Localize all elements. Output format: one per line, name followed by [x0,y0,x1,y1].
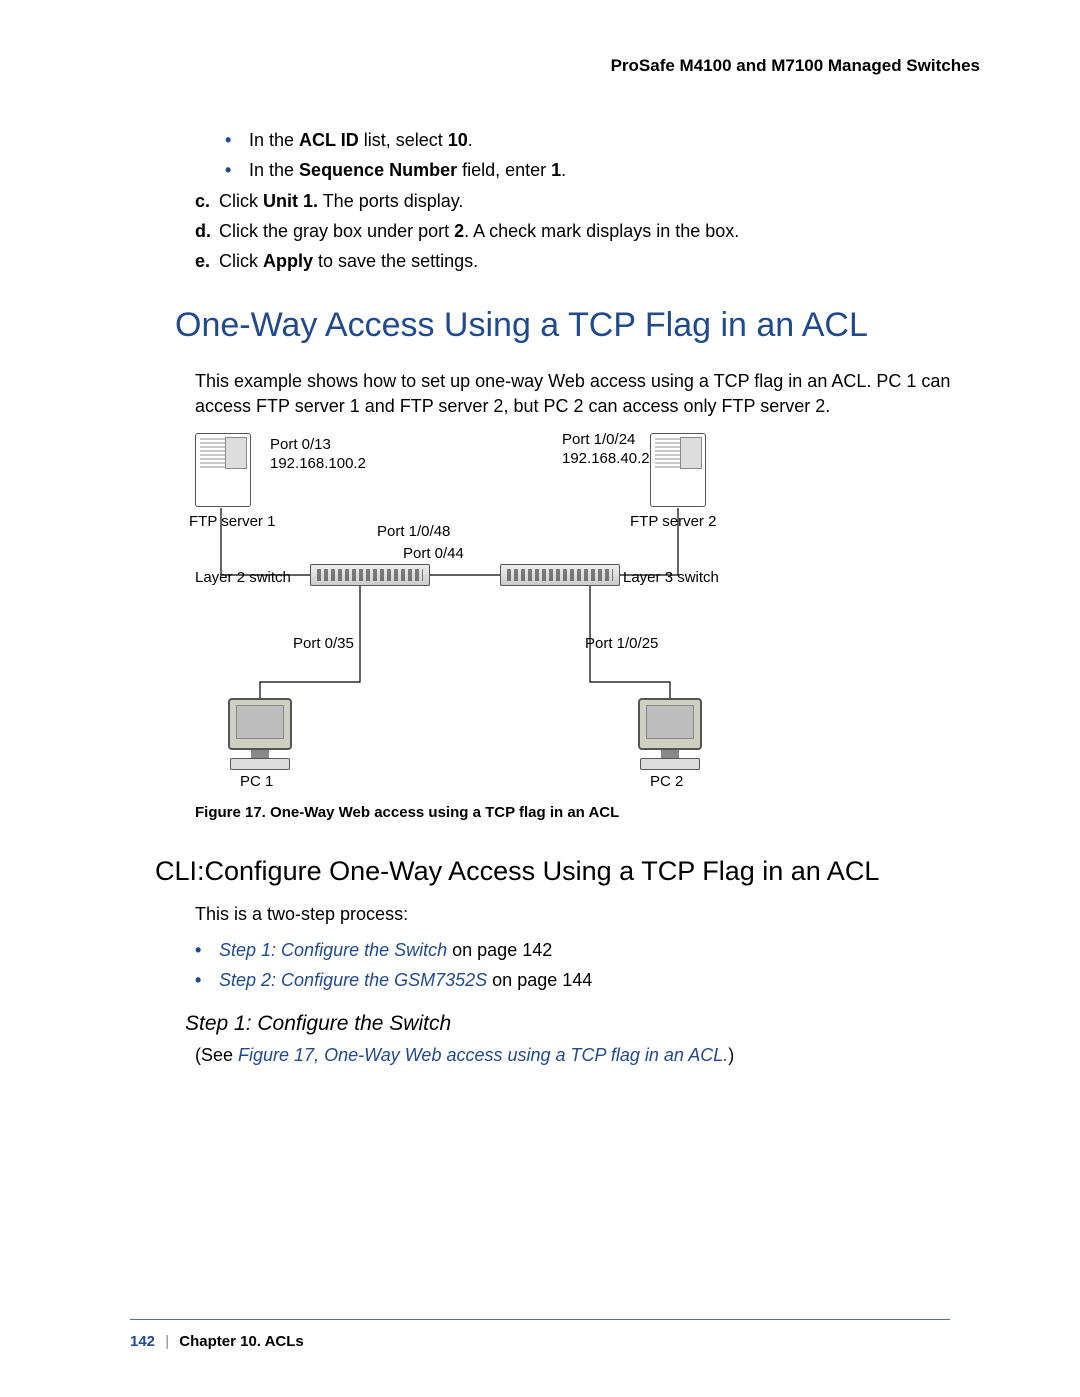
text: Click the gray box under port [219,221,454,241]
label-pc2-port: Port 1/0/25 [585,634,658,654]
text: . A check mark displays in the box. [464,221,739,241]
text: ) [728,1045,734,1065]
label-server1: FTP server 1 [189,512,275,532]
pc2-icon [635,698,705,774]
page-footer: 142 | Chapter 10. ACLs [130,1319,950,1352]
text: . [561,160,566,180]
text-bold: 10 [448,130,468,150]
paragraph: (See Figure 17, One-Way Web access using… [195,1043,980,1067]
pc1-icon [225,698,295,774]
text: on page 144 [487,970,592,990]
page-number: 142 [130,1333,155,1350]
text: list, select [359,130,448,150]
text-bold: Apply [263,251,313,271]
link-step2[interactable]: Step 2: Configure the GSM7352S [219,970,487,990]
text-bold: ACL ID [299,130,359,150]
heading-2: CLI:Configure One-Way Access Using a TCP… [155,853,980,889]
label-sw-right: Layer 3 switch [623,568,719,588]
text: (See [195,1045,238,1065]
process-item: Step 2: Configure the GSM7352S on page 1… [195,968,980,992]
figure-caption: Figure 17. One-Way Web access using a TC… [195,803,980,823]
step-item: e. Click Apply to save the settings. [195,249,980,273]
text: field, enter [457,160,551,180]
text: The ports display. [318,191,463,211]
text: . [468,130,473,150]
step-item: c. Click Unit 1. The ports display. [195,189,980,213]
link-step1[interactable]: Step 1: Configure the Switch [219,940,447,960]
label-pc2: PC 2 [650,772,683,792]
bullet-item: In the Sequence Number field, enter 1. [225,158,980,182]
heading-3: Step 1: Configure the Switch [185,1010,980,1038]
text: to save the settings. [313,251,478,271]
footer-rule [130,1319,950,1320]
label-server1-ip: 192.168.100.2 [270,454,366,474]
step-label: d. [195,219,211,243]
step-label: c. [195,189,210,213]
process-item: Step 1: Configure the Switch on page 142 [195,938,980,962]
network-diagram-figure: Port 0/13 192.168.100.2 FTP server 1 Por… [185,430,825,785]
page-body: In the ACL ID list, select 10. In the Se… [130,128,980,1067]
label-server2-port: Port 1/0/24 [562,430,635,450]
step-item: d. Click the gray box under port 2. A ch… [195,219,980,243]
text-bold: 1 [551,160,561,180]
text: In the [249,130,299,150]
lettered-steps: c. Click Unit 1. The ports display. d. C… [195,189,980,274]
intro-bullet-list: In the ACL ID list, select 10. In the Se… [225,128,980,183]
layer2-switch-icon [310,564,430,586]
footer-separator: | [165,1333,169,1350]
paragraph: This example shows how to set up one-way… [195,369,980,418]
text-bold: Sequence Number [299,160,457,180]
paragraph: This is a two-step process: [195,902,980,926]
layer3-switch-icon [500,564,620,586]
label-pc1: PC 1 [240,772,273,792]
label-trunk-right: Port 1/0/48 [377,522,450,542]
label-server2: FTP server 2 [630,512,716,532]
link-figure17[interactable]: Figure 17, One-Way Web access using a TC… [238,1045,728,1065]
chapter-label: Chapter 10. ACLs [179,1333,303,1350]
step-label: e. [195,249,210,273]
text: on page 142 [447,940,552,960]
ftp-server-1-icon [195,433,251,507]
process-list: Step 1: Configure the Switch on page 142… [195,938,980,993]
footer-text: 142 | Chapter 10. ACLs [130,1332,950,1352]
ftp-server-2-icon [650,433,706,507]
label-pc1-port: Port 0/35 [293,634,354,654]
bullet-item: In the ACL ID list, select 10. [225,128,980,152]
text: Click [219,191,263,211]
text-bold: 2 [454,221,464,241]
heading-1: One-Way Access Using a TCP Flag in an AC… [175,303,980,349]
label-trunk-left: Port 0/44 [403,544,464,564]
label-server1-port: Port 0/13 [270,435,331,455]
label-sw-left: Layer 2 switch [195,568,291,588]
text: Click [219,251,263,271]
label-server2-ip: 192.168.40.2 [562,449,650,469]
text: In the [249,160,299,180]
page: ProSafe M4100 and M7100 Managed Switches… [0,0,1080,1397]
text-bold: Unit 1. [263,191,318,211]
running-header: ProSafe M4100 and M7100 Managed Switches [130,55,980,78]
